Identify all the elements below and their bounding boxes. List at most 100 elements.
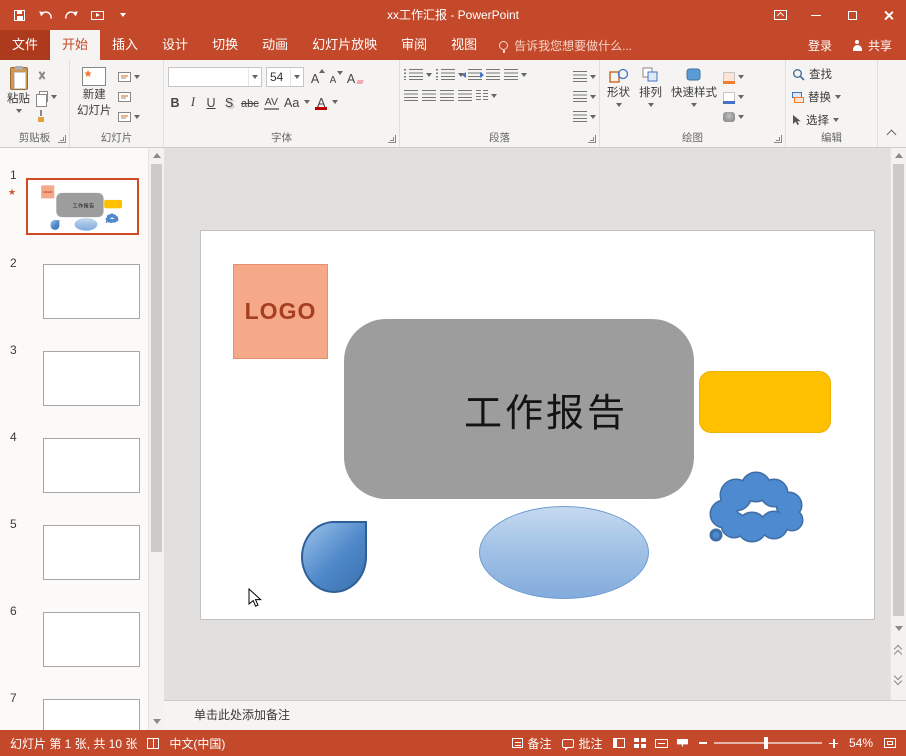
text-shadow-button[interactable]: S [222, 93, 236, 110]
yellow-rounded-rect-shape[interactable] [699, 371, 831, 433]
zoom-out-button[interactable] [699, 742, 707, 744]
change-case-button[interactable]: Aa [283, 93, 300, 110]
zoom-level[interactable]: 54% [849, 736, 873, 750]
slide-sorter-view-button[interactable] [634, 738, 646, 748]
title-shape[interactable]: 工作报告 [344, 319, 694, 499]
bullets-button[interactable] [404, 67, 432, 82]
layout-button[interactable] [118, 69, 140, 84]
align-text-button[interactable] [573, 89, 596, 104]
cut-button[interactable] [36, 69, 57, 84]
slide-thumbnail-6[interactable] [43, 612, 140, 667]
scroll-up-button[interactable] [153, 153, 161, 158]
replace-button[interactable]: 替换 [792, 89, 877, 105]
font-name-select[interactable] [168, 67, 262, 87]
shape-outline-button[interactable] [723, 89, 744, 104]
start-slideshow-button[interactable] [84, 0, 110, 30]
find-button[interactable]: 查找 [792, 66, 877, 82]
ellipse-shape[interactable] [479, 506, 649, 599]
scroll-down-button[interactable] [153, 719, 161, 724]
strikethrough-button[interactable]: abc [240, 93, 260, 110]
convert-smartart-button[interactable] [573, 109, 596, 124]
italic-button[interactable]: I [186, 93, 200, 110]
clear-formatting-button[interactable]: A [344, 69, 358, 86]
bold-button[interactable]: B [168, 93, 182, 110]
logo-shape[interactable]: LOGO [233, 264, 328, 359]
slide-thumbnail-7[interactable] [43, 699, 140, 730]
scrollbar-thumb[interactable] [151, 164, 162, 552]
minimize-button[interactable] [798, 0, 834, 30]
align-center-button[interactable] [422, 88, 436, 103]
tab-home[interactable]: 开始 [50, 30, 100, 60]
grow-font-button[interactable]: A [308, 69, 322, 86]
collapse-ribbon-button[interactable] [887, 130, 897, 140]
section-button[interactable] [118, 109, 140, 124]
slide-thumbnail-4[interactable] [43, 438, 140, 493]
shape-fill-button[interactable] [723, 69, 744, 84]
copy-button[interactable] [36, 89, 57, 104]
slide-thumbnail-3[interactable] [43, 351, 140, 406]
font-dialog-launcher[interactable] [388, 135, 396, 143]
redo-button[interactable] [58, 0, 84, 30]
notes-area[interactable]: 单击此处添加备注 [164, 700, 906, 730]
undo-button[interactable] [32, 0, 58, 30]
align-left-button[interactable] [404, 88, 418, 103]
thumbnail-panel-scrollbar[interactable] [148, 148, 164, 730]
slideshow-view-button[interactable] [677, 739, 688, 748]
reset-button[interactable] [118, 89, 140, 104]
tab-view[interactable]: 视图 [439, 30, 489, 60]
maximize-button[interactable] [834, 0, 870, 30]
quick-styles-button[interactable]: 快速样式 [668, 65, 720, 128]
teardrop-shape[interactable] [301, 521, 367, 593]
text-direction-button[interactable] [573, 69, 596, 84]
paragraph-dialog-launcher[interactable] [588, 135, 596, 143]
fit-to-window-button[interactable] [884, 738, 896, 748]
underline-button[interactable]: U [204, 93, 218, 110]
slide-thumbnail-1[interactable]: LOGO 工作报告 [26, 178, 139, 235]
sign-in-link[interactable]: 登录 [808, 37, 832, 54]
zoom-slider-thumb[interactable] [764, 737, 768, 749]
tab-review[interactable]: 审阅 [389, 30, 439, 60]
comments-toggle[interactable]: 批注 [562, 735, 602, 752]
drawing-dialog-launcher[interactable] [774, 135, 782, 143]
slide-area-scrollbar[interactable] [890, 148, 906, 700]
slide-thumbnail-2[interactable] [43, 264, 140, 319]
justify-button[interactable] [458, 88, 472, 103]
line-spacing-button[interactable] [504, 67, 527, 82]
ribbon-display-options-button[interactable] [762, 0, 798, 30]
tab-file[interactable]: 文件 [0, 30, 50, 60]
slide-thumbnail-5[interactable] [43, 525, 140, 580]
tab-slideshow[interactable]: 幻灯片放映 [300, 30, 389, 60]
previous-slide-button[interactable] [894, 644, 904, 658]
font-color-button[interactable]: A [314, 93, 328, 110]
tell-me-box[interactable]: 告诉我您想要做什么... [489, 30, 642, 60]
close-button[interactable] [870, 0, 906, 30]
numbering-button[interactable] [436, 67, 464, 82]
cloud-shape[interactable] [706, 457, 808, 547]
share-button[interactable]: 共享 [852, 37, 892, 54]
select-button[interactable]: 选择 [792, 112, 877, 128]
zoom-slider[interactable] [714, 742, 822, 744]
next-slide-button[interactable] [894, 672, 904, 686]
font-size-select[interactable]: 54 [266, 67, 304, 87]
customize-qat-button[interactable] [110, 0, 136, 30]
new-slide-button[interactable]: 新建 幻灯片 [74, 65, 115, 128]
format-painter-button[interactable] [36, 109, 57, 124]
align-right-button[interactable] [440, 88, 454, 103]
increase-indent-button[interactable] [486, 67, 500, 82]
tab-design[interactable]: 设计 [150, 30, 200, 60]
tab-animations[interactable]: 动画 [250, 30, 300, 60]
paste-button[interactable]: 粘贴 [4, 65, 33, 128]
tab-insert[interactable]: 插入 [100, 30, 150, 60]
scroll-down-button[interactable] [895, 626, 903, 631]
save-button[interactable] [6, 0, 32, 30]
arrange-button[interactable]: 排列 [636, 65, 665, 128]
proofing-icon[interactable] [147, 738, 159, 749]
shape-effects-button[interactable] [723, 109, 744, 124]
normal-view-button[interactable] [613, 738, 625, 748]
columns-button[interactable] [476, 88, 497, 103]
tab-transitions[interactable]: 切换 [200, 30, 250, 60]
shapes-button[interactable]: 形状 [604, 65, 633, 128]
character-spacing-button[interactable]: AV [264, 93, 279, 110]
shrink-font-button[interactable]: A [326, 69, 340, 86]
reading-view-button[interactable] [655, 739, 668, 748]
